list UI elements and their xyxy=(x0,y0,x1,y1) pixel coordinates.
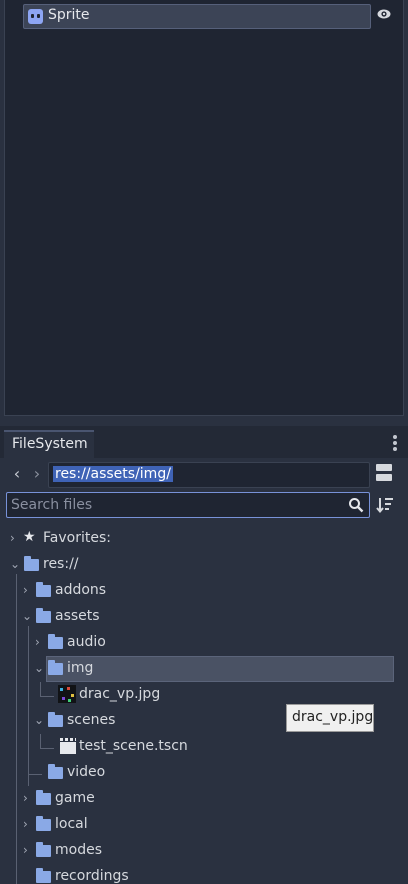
tree-label: img xyxy=(67,660,94,676)
image-thumbnail-icon xyxy=(58,685,76,703)
folder-icon xyxy=(48,634,63,649)
folder-icon xyxy=(36,868,51,883)
folder-icon xyxy=(36,842,51,857)
scene-node-row[interactable]: Sprite xyxy=(23,4,371,29)
folder-icon xyxy=(36,608,51,623)
file-tooltip: drac_vp.jpg xyxy=(286,704,374,732)
search-icon xyxy=(349,498,364,513)
dock-tab-bar: FileSystem xyxy=(0,426,408,458)
star-icon: ★ xyxy=(23,529,36,545)
folder-icon xyxy=(36,790,51,805)
chevron-right-icon[interactable]: › xyxy=(10,531,20,545)
tree-item-img[interactable]: ⌄ img xyxy=(0,656,408,682)
chevron-right-icon[interactable]: › xyxy=(23,843,33,857)
back-arrow-icon[interactable]: ‹ xyxy=(10,464,24,486)
search-field[interactable] xyxy=(6,492,370,518)
scene-tree-panel: Sprite xyxy=(4,0,404,416)
tree-label: game xyxy=(55,790,95,806)
tree-label: res:// xyxy=(43,556,79,572)
tab-filesystem[interactable]: FileSystem xyxy=(4,430,94,458)
folder-icon xyxy=(24,556,39,571)
scene-node-label: Sprite xyxy=(48,7,90,23)
tree-item-test-scene[interactable]: test_scene.tscn xyxy=(0,734,408,760)
tree-item-favorites[interactable]: › ★ Favorites: xyxy=(0,526,408,552)
dock-menu-icon[interactable] xyxy=(392,435,398,451)
tree-label: video xyxy=(67,764,106,780)
tree-item-res[interactable]: ⌄ res:// xyxy=(0,552,408,578)
tree-label: audio xyxy=(67,634,106,650)
folder-icon xyxy=(48,660,63,675)
forward-arrow-icon[interactable]: › xyxy=(30,464,44,486)
chevron-down-icon[interactable]: ⌄ xyxy=(22,609,32,623)
chevron-down-icon[interactable]: ⌄ xyxy=(34,661,44,675)
folder-icon xyxy=(48,712,63,727)
tree-label: recordings xyxy=(55,868,129,884)
tree-label: addons xyxy=(55,582,107,598)
chevron-down-icon[interactable]: ⌄ xyxy=(34,713,44,727)
folder-icon xyxy=(36,582,51,597)
tree-label: Favorites: xyxy=(43,530,111,546)
folder-icon xyxy=(48,764,63,779)
tree-item-game[interactable]: › game xyxy=(0,786,408,812)
tree-item-audio[interactable]: › audio xyxy=(0,630,408,656)
search-input[interactable] xyxy=(11,495,341,515)
sort-icon[interactable] xyxy=(376,496,394,514)
tree-label: scenes xyxy=(67,712,116,728)
tree-label: local xyxy=(55,816,88,832)
split-view-toggle-icon[interactable] xyxy=(376,464,394,484)
tree-item-assets[interactable]: ⌄ assets xyxy=(0,604,408,630)
tree-label: test_scene.tscn xyxy=(79,738,188,754)
tree-item-recordings[interactable]: recordings xyxy=(0,864,408,884)
chevron-down-icon[interactable]: ⌄ xyxy=(10,557,20,571)
scene-file-icon xyxy=(60,738,76,754)
tree-item-video[interactable]: video xyxy=(0,760,408,786)
path-text: res://assets/img/ xyxy=(53,466,173,482)
chevron-right-icon[interactable]: › xyxy=(23,583,33,597)
tree-label: drac_vp.jpg xyxy=(79,686,161,702)
chevron-right-icon[interactable]: › xyxy=(23,791,33,805)
tree-label: assets xyxy=(55,608,100,624)
chevron-right-icon[interactable]: › xyxy=(23,817,33,831)
tree-label: modes xyxy=(55,842,102,858)
tree-item-addons[interactable]: › addons xyxy=(0,578,408,604)
tree-item-local[interactable]: › local xyxy=(0,812,408,838)
path-field[interactable]: res://assets/img/ xyxy=(48,462,370,488)
sprite-node-icon xyxy=(28,9,43,24)
chevron-right-icon[interactable]: › xyxy=(35,635,45,649)
eye-icon[interactable] xyxy=(377,9,391,19)
tree-item-modes[interactable]: › modes xyxy=(0,838,408,864)
folder-icon xyxy=(36,816,51,831)
